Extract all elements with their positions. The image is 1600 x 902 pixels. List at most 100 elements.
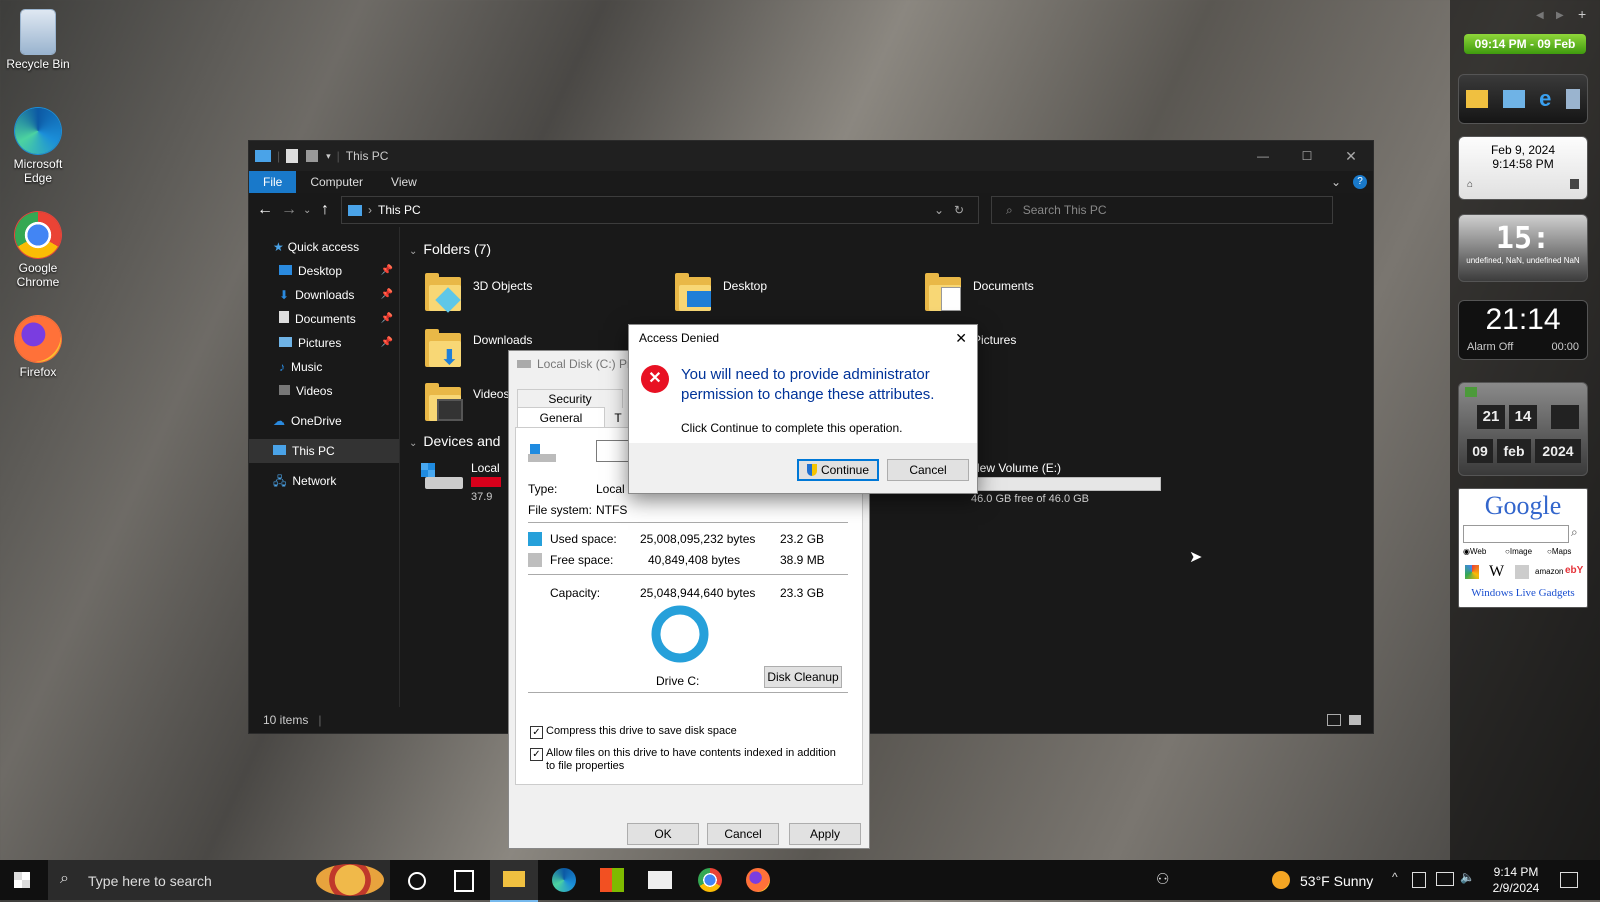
taskbar-edge-icon[interactable] [552,868,576,892]
meet-now-icon[interactable] [1412,872,1426,888]
alarm-status[interactable]: Alarm Off [1467,341,1513,353]
drive-label[interactable]: Local [471,461,500,475]
folder-label[interactable]: 3D Objects [473,279,532,293]
nav-network[interactable]: 🖧 Network [249,469,399,493]
folder-icon[interactable] [1466,90,1489,108]
taskbar-clock[interactable]: 9:14 PM 2/9/2024 [1484,864,1548,896]
address-bar[interactable]: › This PC ⌄ ↻ [341,196,979,224]
start-icon[interactable] [14,872,30,888]
windows-live-gadgets-link[interactable]: Windows Live Gadgets [1459,587,1587,599]
pin-icon[interactable]: 📌 [381,259,393,283]
taskbar-firefox-icon[interactable] [746,868,770,892]
documents-folder-icon[interactable] [925,273,965,313]
desktop-folder-icon[interactable] [675,273,715,313]
tiles-view-icon[interactable] [1349,715,1361,725]
tab-file[interactable]: File [249,171,297,193]
volume-muted-icon[interactable]: 🔈 [1460,870,1475,884]
recent-dropdown-icon[interactable]: ⌄ [303,205,321,216]
maximize-icon[interactable]: ☐ [1285,149,1329,163]
ebay-icon[interactable]: ebY [1565,565,1583,576]
tab-security[interactable]: Security [517,389,623,408]
sidebar-prev-icon[interactable]: ◀ [1536,10,1544,21]
3d-objects-folder-icon[interactable] [425,273,465,313]
folder-label[interactable]: Desktop [723,279,767,293]
tab-view[interactable]: View [377,171,431,193]
folders-group-header[interactable]: ⌄ Folders (7) [409,241,491,257]
radio-maps[interactable]: ○Maps [1547,547,1571,556]
videos-folder-icon[interactable] [425,383,465,423]
taskbar-search-box[interactable]: ⌕ Type here to search [48,860,390,900]
index-checkbox[interactable]: ✓ [530,748,543,761]
forward-icon[interactable]: → [281,201,303,219]
windows-drive-icon[interactable] [421,463,465,493]
weather-sun-icon[interactable] [1272,871,1290,889]
youtube-icon[interactable] [1515,565,1529,579]
tab-general[interactable]: General [517,407,605,428]
home-icon[interactable]: ⌂ [1467,179,1473,190]
close-icon[interactable]: ✕ [955,330,967,347]
internet-explorer-icon[interactable]: e [1539,86,1551,112]
folder-label[interactable]: Documents [973,279,1034,293]
nav-quick-access[interactable]: ★ Quick access [249,235,399,259]
continue-button[interactable]: Continue [797,459,879,481]
desktop-icon-firefox[interactable]: Firefox [0,316,76,379]
cancel-button[interactable]: Cancel [887,459,969,481]
add-gadget-icon[interactable]: + [1578,6,1586,22]
nav-this-pc[interactable]: This PC [249,439,399,463]
wikipedia-icon[interactable]: W [1489,563,1504,581]
desktop-icon-chrome[interactable]: Google Chrome [0,212,76,289]
taskbar-store-icon[interactable] [600,868,624,892]
back-icon[interactable]: ← [257,201,281,219]
search-icon[interactable]: ⌕ [1571,525,1585,541]
calendar-icon[interactable] [1570,179,1579,189]
search-box[interactable]: ⌕ Search This PC [991,196,1333,224]
tab-computer[interactable]: Computer [296,171,377,193]
cancel-button[interactable]: Cancel [707,823,779,845]
disk-cleanup-button[interactable]: Disk Cleanup [764,666,842,688]
network-icon[interactable] [1436,872,1454,886]
refresh-icon[interactable]: ↻ [954,203,978,217]
desktop-icon-edge[interactable]: Microsoft Edge [0,108,76,185]
sidebar-next-icon[interactable]: ▶ [1556,10,1564,21]
pizza-doodle-icon[interactable] [316,864,384,896]
amazon-icon[interactable]: amazon [1535,567,1563,576]
weather-text[interactable]: 53°F Sunny [1300,873,1373,889]
task-view-icon[interactable] [454,870,474,892]
taskbar-mail-icon[interactable] [648,871,672,889]
google-link-icon[interactable] [1465,565,1479,579]
recycle-bin-icon[interactable] [1565,89,1580,109]
nav-documents[interactable]: Documents 📌 [249,307,399,331]
pin-icon[interactable]: 📌 [381,307,393,331]
pin-icon[interactable]: 📌 [381,283,393,307]
nav-onedrive[interactable]: ☁ OneDrive [249,409,399,433]
nav-music[interactable]: ♪ Music [249,355,399,379]
nav-videos[interactable]: Videos [249,379,399,403]
pin-icon[interactable]: 📌 [381,331,393,355]
time-date-gadget[interactable]: 09:14 PM - 09 Feb [1464,34,1586,54]
folder-label[interactable]: Pictures [973,333,1016,347]
computer-icon[interactable] [1502,90,1525,108]
expand-ribbon-icon[interactable]: ⌄ [1331,175,1341,189]
home-icon[interactable] [1465,387,1477,397]
desktop-icon-recycle-bin[interactable]: Recycle Bin [0,10,76,71]
radio-image[interactable]: ○Image [1505,547,1532,556]
address-dropdown-icon[interactable]: ⌄ [934,203,954,217]
nav-pictures[interactable]: Pictures 📌 [249,331,399,355]
nav-downloads[interactable]: ⬇ Downloads 📌 [249,283,399,307]
details-view-icon[interactable] [1327,714,1341,726]
folder-label[interactable]: Videos [473,387,509,401]
quick-access-dropdown-icon[interactable]: ▾ [326,151,331,162]
folder-label[interactable]: Downloads [473,333,532,347]
people-icon[interactable]: ⚇ [1156,870,1169,888]
minimize-icon[interactable]: — [1241,149,1285,163]
compress-checkbox[interactable]: ✓ [530,726,543,739]
taskbar-chrome-icon[interactable] [698,868,722,892]
help-icon[interactable]: ? [1353,175,1367,189]
tab-tools[interactable]: T [607,409,629,427]
new-folder-icon[interactable] [306,150,319,162]
drive-e-label[interactable]: New Volume (E:) [971,461,1061,475]
notifications-icon[interactable] [1560,872,1578,888]
radio-web[interactable]: ◉Web [1463,547,1486,556]
taskbar-file-explorer[interactable] [490,860,538,902]
google-search-input[interactable] [1463,525,1569,543]
